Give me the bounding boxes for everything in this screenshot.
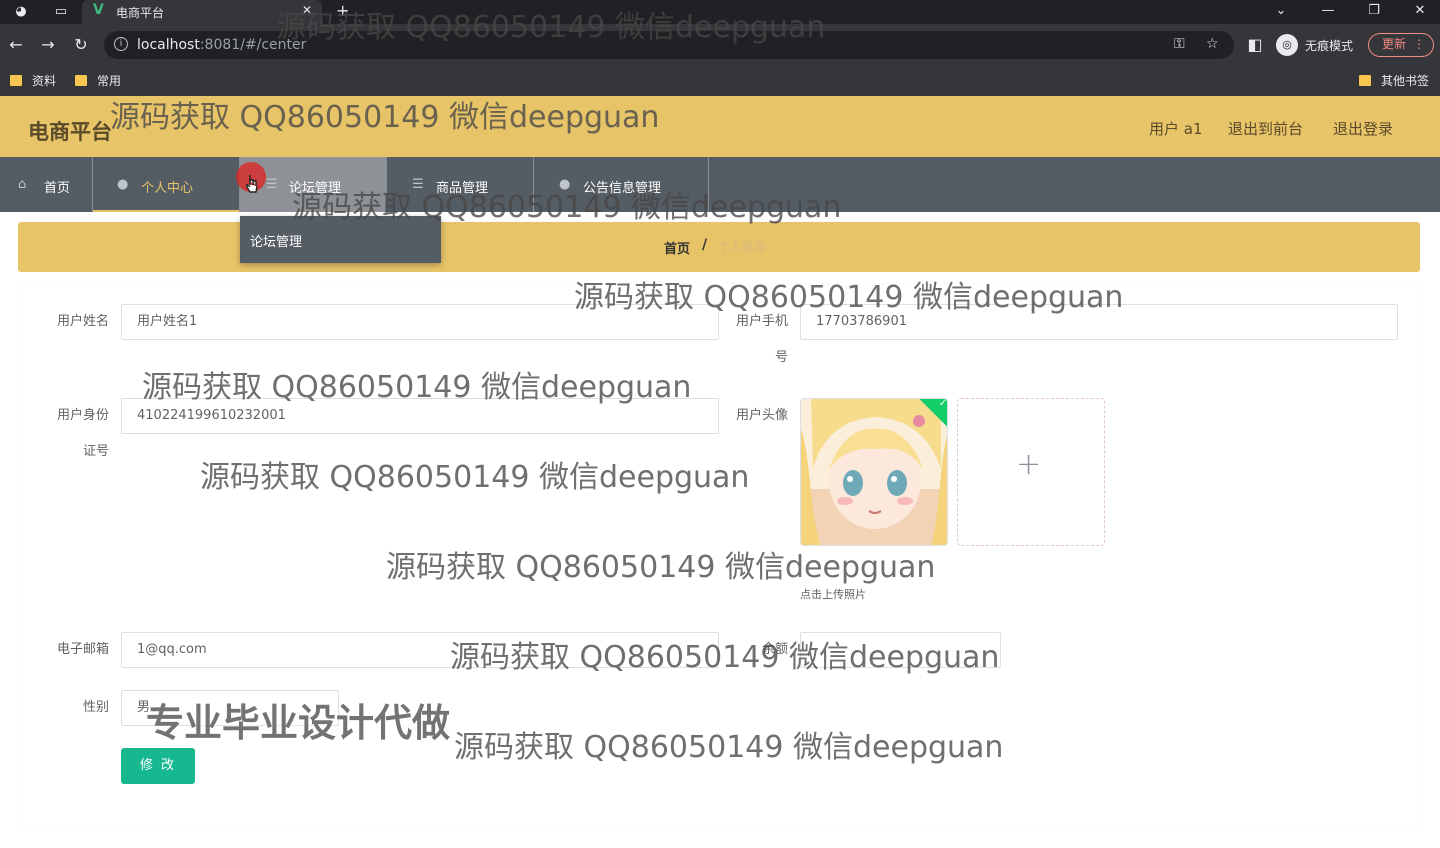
more-icon: ⋮ [1413,37,1425,51]
update-button[interactable]: 更新 ⋮ [1368,33,1434,57]
url-text: localhost:8081/#/center [137,37,307,53]
nav-divider [708,157,709,212]
submenu-item-forum[interactable]: 论坛管理 [250,231,302,250]
plus-icon: + [1016,447,1042,482]
phone-label: 用户手机 [735,314,788,329]
sidebar-icon[interactable]: ◧ [1244,34,1266,56]
nav-item-notice[interactable]: ● 公告信息管理 [534,157,708,212]
balance-label: 余额 [761,642,788,657]
reload-icon[interactable]: ↻ [70,34,92,56]
nav-item-goods[interactable]: ☰ 商品管理 [387,157,533,212]
home-icon: ⌂ [18,177,27,192]
app-header: 电商平台 用户 a1 退出到前台 退出登录 [0,96,1440,157]
address-bar: ← → ↻ i localhost:8081/#/center ⚿ ☆ ◧ ◎ … [0,24,1440,66]
watermark-big-text: 专业毕业设计代做 [146,701,451,745]
forum-submenu: 论坛管理 [240,216,441,263]
tab-search-icon[interactable]: ◕ [12,3,30,21]
key-icon[interactable]: ⚿ [1174,36,1185,52]
name-input[interactable]: 用户姓名1 [121,304,719,340]
back-icon[interactable]: ← [5,34,27,56]
bookmarks-bar: 资料 常用 其他书签 [0,66,1440,96]
avatar-label: 用户头像 [735,408,788,423]
forward-icon[interactable]: → [37,34,59,56]
vue-logo-icon: V [93,2,104,18]
folder-icon [10,75,22,86]
idcard-label-wrap: 证号 [82,444,109,459]
new-tab-icon[interactable]: + [336,1,349,20]
bookmark-folder[interactable]: 资料 [10,72,56,89]
phone-label-wrap: 号 [774,350,788,365]
star-icon[interactable]: ☆ [1206,36,1219,52]
breadcrumb-current: 个人信息 [718,240,767,254]
check-icon: ✓ [938,398,948,409]
menu-icon: ☰ [266,177,278,192]
main-nav: ⌂ 首页 ● 个人中心 ☰ 论坛管理 ☰ 商品管理 ● 公告信息管理 [0,157,1440,212]
submit-button[interactable]: 修 改 [121,748,195,784]
nav-item-profile[interactable]: ● 个人中心 [93,157,239,212]
logout-link[interactable]: 退出登录 [1333,118,1393,139]
avatar-upload-button[interactable]: + [957,398,1105,546]
incognito-icon: ◎ [1276,34,1298,56]
user-icon: ● [117,177,129,192]
to-front-link[interactable]: 退出到前台 [1228,118,1303,139]
folder-icon [1359,75,1371,86]
tab-overview-icon[interactable]: ▭ [52,3,70,21]
brand-title: 电商平台 [28,120,112,144]
breadcrumb-home[interactable]: 首页 [664,238,690,257]
phone-input[interactable]: 17703786901 [800,304,1398,340]
name-label: 用户姓名 [56,314,109,329]
bookmark-folder[interactable]: 常用 [75,72,121,89]
nav-item-home[interactable]: ⌂ 首页 [0,157,92,212]
idcard-label: 用户身份 [56,408,109,423]
profile-form-panel [18,284,1420,830]
breadcrumb-separator: / [702,237,708,253]
upload-tip: 点击上传照片 [800,588,866,601]
site-info-icon[interactable]: i [114,37,128,51]
browser-tab-bar: ◕ ▭ V 电商平台 ✕ + ⌄ — ❐ ✕ [0,0,1440,24]
tab-title: 电商平台 [116,6,165,20]
minimize-icon[interactable]: — [1305,0,1351,24]
tab-list-icon[interactable]: ⌄ [1258,0,1304,24]
email-label: 电子邮箱 [56,642,109,657]
browser-tab[interactable]: V 电商平台 ✕ [82,0,322,24]
user-icon: ● [559,177,571,192]
url-input[interactable]: i localhost:8081/#/center ⚿ ☆ [104,31,1234,59]
other-bookmarks[interactable]: 其他书签 [1359,72,1429,89]
tab-close-icon[interactable]: ✕ [302,3,312,17]
folder-icon [75,75,87,86]
idcard-input[interactable]: 410224199610232001 [121,398,719,434]
current-user: 用户 a1 [1149,120,1203,138]
gender-label: 性别 [82,700,109,715]
email-input[interactable]: 1@qq.com [121,632,719,668]
anime-avatar-image [801,399,947,545]
restore-icon[interactable]: ❐ [1351,0,1397,24]
balance-input[interactable] [800,632,1001,668]
close-window-icon[interactable]: ✕ [1397,0,1440,24]
breadcrumb: 首页 / 个人信息 [18,222,1420,272]
avatar[interactable]: ✓ [800,398,948,546]
menu-icon: ☰ [412,177,424,192]
